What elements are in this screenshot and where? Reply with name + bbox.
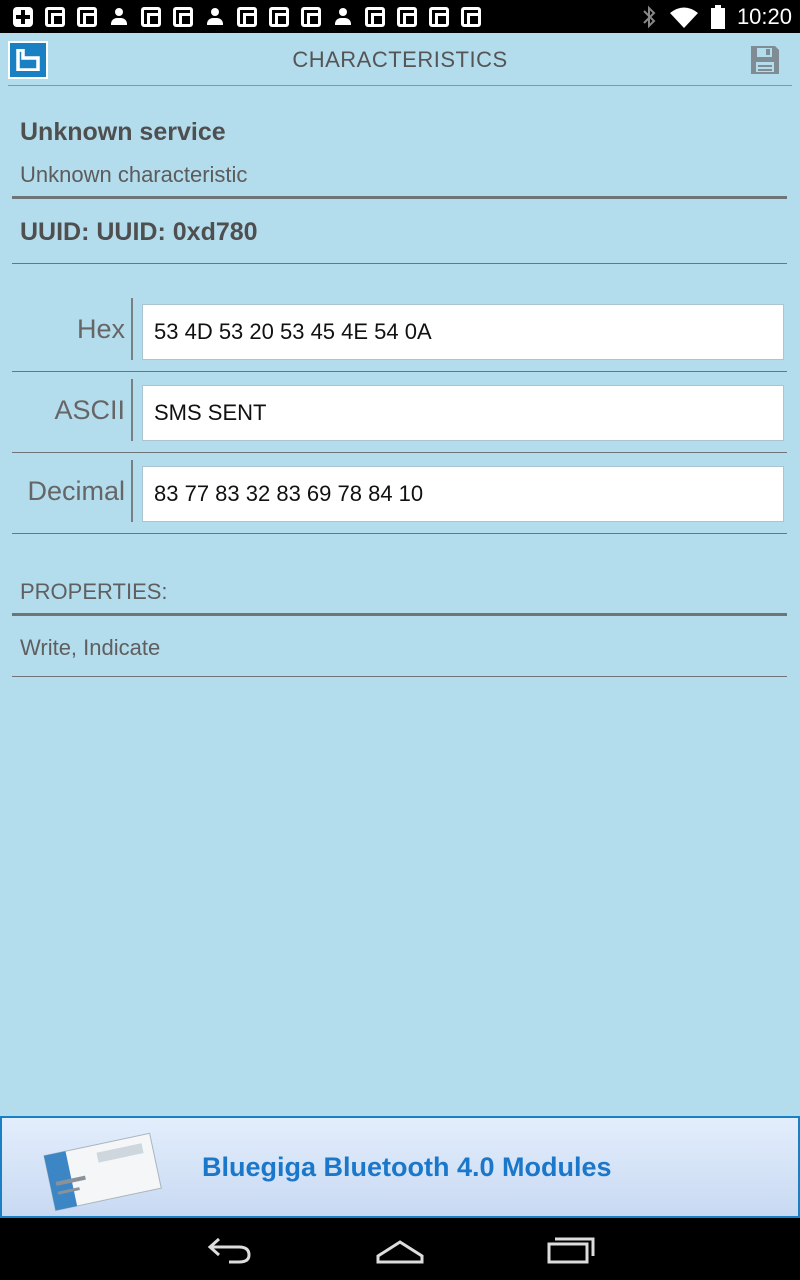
status-bar: 10:20 <box>0 0 800 33</box>
page-title: CHARACTERISTICS <box>292 47 508 72</box>
person-icon <box>108 7 130 27</box>
ascii-input[interactable] <box>142 385 784 441</box>
divider <box>12 196 787 199</box>
uuid-label: UUID: UUID: 0xd780 <box>20 218 258 246</box>
notification-icon <box>140 7 162 27</box>
hex-input[interactable] <box>142 304 784 360</box>
decimal-input[interactable] <box>142 466 784 522</box>
system-icons: 10:20 <box>641 0 792 33</box>
divider <box>12 263 787 264</box>
action-bar: CHARACTERISTICS <box>0 33 800 87</box>
bluetooth-icon <box>643 5 656 28</box>
ad-banner-text: Bluegiga Bluetooth 4.0 Modules <box>202 1152 612 1182</box>
hex-label: Hex <box>76 314 125 344</box>
notification-icon <box>172 7 194 27</box>
properties-heading: PROPERTIES: <box>20 579 168 604</box>
hex-row: Hex <box>0 298 800 368</box>
row-separator <box>131 379 133 441</box>
decimal-row: Decimal <box>0 460 800 530</box>
notification-icon <box>396 7 418 27</box>
back-icon[interactable] <box>205 1230 255 1268</box>
row-separator <box>131 298 133 360</box>
divider <box>12 613 787 616</box>
notification-icon <box>76 7 98 27</box>
action-bar-divider <box>8 85 792 86</box>
properties-value: Write, Indicate <box>20 635 161 660</box>
recent-apps-icon[interactable] <box>546 1230 596 1268</box>
decimal-label: Decimal <box>27 476 125 506</box>
divider <box>12 371 787 372</box>
bluetooth-module-image <box>43 1132 162 1212</box>
notification-icon <box>428 7 450 27</box>
person-icon <box>204 7 226 27</box>
divider <box>12 533 787 534</box>
save-icon[interactable] <box>748 43 782 77</box>
ad-banner[interactable]: Bluegiga Bluetooth 4.0 Modules <box>0 1116 800 1218</box>
battery-icon <box>710 4 725 29</box>
divider <box>12 452 787 453</box>
divider <box>12 676 787 677</box>
notification-icons <box>12 6 482 28</box>
home-icon[interactable] <box>375 1230 425 1268</box>
characteristic-name: Unknown characteristic <box>20 162 248 187</box>
ascii-label: ASCII <box>54 395 125 425</box>
notification-icon <box>236 7 258 27</box>
notification-icon <box>44 7 66 27</box>
notification-icon <box>460 7 482 27</box>
clock: 10:20 <box>736 3 792 29</box>
row-separator <box>131 460 133 522</box>
notification-icon <box>300 7 322 27</box>
ascii-row: ASCII <box>0 379 800 449</box>
notification-icon <box>364 7 386 27</box>
person-icon <box>332 7 354 27</box>
wifi-icon <box>669 7 698 28</box>
notification-icon <box>268 7 290 27</box>
navigation-bar <box>0 1218 800 1280</box>
plus-icon <box>12 7 34 27</box>
service-name: Unknown service <box>20 118 226 146</box>
